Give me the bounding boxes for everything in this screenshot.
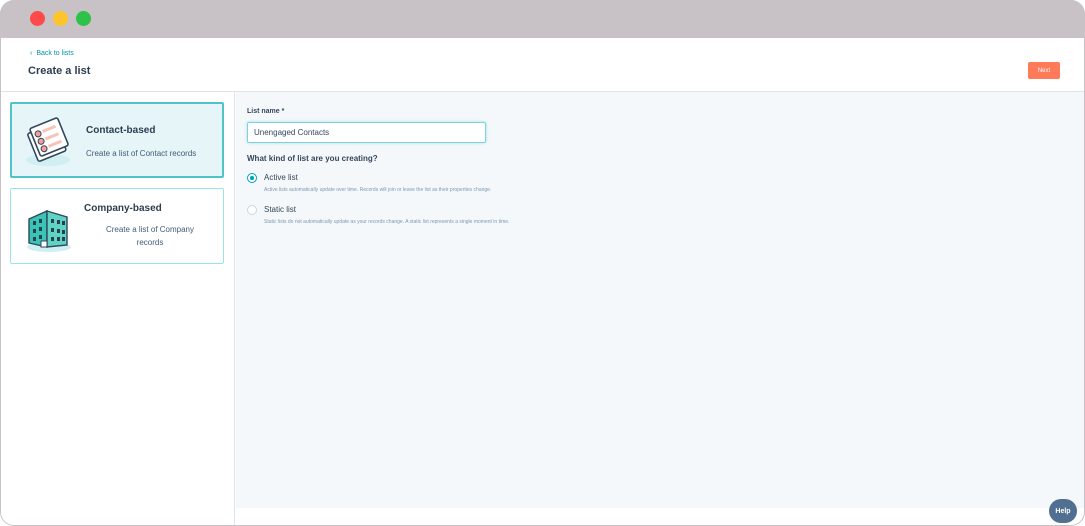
browser-window: ‹ Back to lists Create a list Next Conta… bbox=[0, 0, 1085, 526]
active-list-radio[interactable] bbox=[247, 173, 257, 183]
app-content: ‹ Back to lists Create a list Next Conta… bbox=[1, 38, 1084, 525]
list-kind-question: What kind of list are you creating? bbox=[247, 154, 378, 163]
back-link-label: Back to lists bbox=[36, 50, 74, 57]
contact-based-card[interactable]: Contact-based Create a list of Contact r… bbox=[10, 102, 224, 178]
close-window-button[interactable] bbox=[30, 11, 45, 26]
card-title: Contact-based bbox=[86, 125, 156, 136]
minimize-window-button[interactable] bbox=[53, 11, 68, 26]
list-type-sidebar: Contact-based Create a list of Contact r… bbox=[1, 92, 235, 525]
list-name-label: List name * bbox=[247, 108, 285, 115]
help-button[interactable]: Help bbox=[1049, 499, 1077, 523]
next-button[interactable]: Next bbox=[1028, 62, 1060, 79]
contact-cards-icon bbox=[26, 117, 70, 166]
back-to-lists-link[interactable]: ‹ Back to lists bbox=[30, 50, 74, 57]
card-description: Create a list of Contact records bbox=[86, 149, 197, 158]
list-name-input[interactable] bbox=[247, 122, 486, 143]
option-help-text: Static lists do not automatically update… bbox=[264, 219, 510, 225]
chevron-left-icon: ‹ bbox=[30, 50, 33, 57]
list-details-panel: List name * What kind of list are you cr… bbox=[236, 92, 1084, 508]
page-header: ‹ Back to lists Create a list Next bbox=[1, 38, 1084, 92]
company-based-card[interactable]: Company-based Create a list of Company r… bbox=[10, 188, 224, 264]
option-help-text: Active lists automatically update over t… bbox=[264, 187, 492, 193]
maximize-window-button[interactable] bbox=[76, 11, 91, 26]
window-titlebar bbox=[0, 0, 1085, 38]
card-title: Company-based bbox=[84, 203, 162, 214]
company-building-icon bbox=[27, 209, 71, 252]
option-label: Static list bbox=[264, 205, 297, 214]
static-list-option[interactable]: Static list Static lists do not automati… bbox=[247, 204, 509, 225]
option-label: Active list bbox=[264, 173, 298, 182]
page-title: Create a list bbox=[28, 65, 91, 77]
active-list-option[interactable]: Active list Active lists automatically u… bbox=[247, 172, 491, 193]
card-description: Create a list of Company records bbox=[105, 225, 195, 247]
static-list-radio[interactable] bbox=[247, 205, 257, 215]
